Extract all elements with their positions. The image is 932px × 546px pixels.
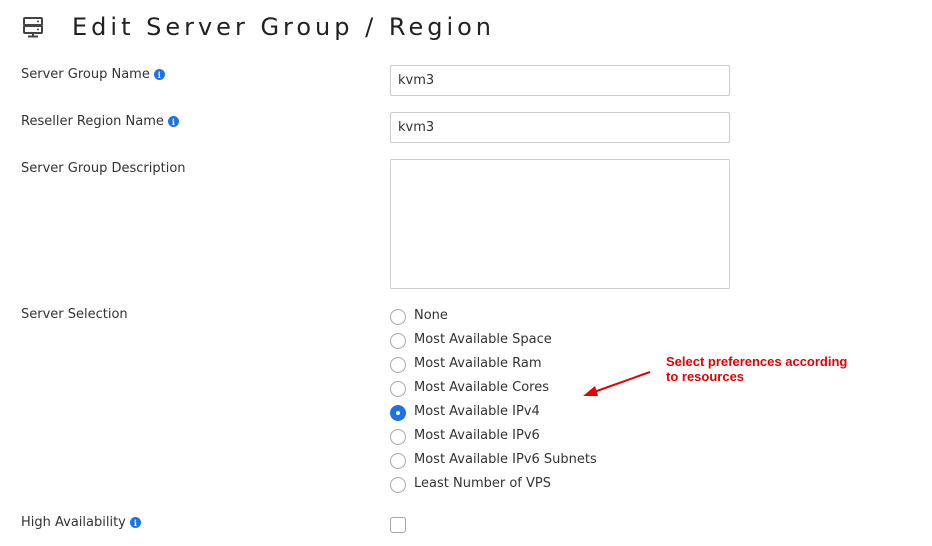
radio-option-most-available-ipv6-subnets[interactable]: Most Available IPv6 Subnets	[390, 451, 597, 469]
high-availability-label: High Availability i	[21, 515, 141, 530]
radio-label: None	[414, 307, 448, 323]
server-group-description-label-text: Server Group Description	[21, 161, 186, 176]
radio-label: Most Available IPv4	[414, 403, 540, 419]
radio-option-most-available-ipv4[interactable]: Most Available IPv4	[390, 403, 540, 421]
server-group-name-label: Server Group Name i	[21, 67, 165, 82]
reseller-region-name-label-text: Reseller Region Name	[21, 114, 164, 129]
info-icon[interactable]: i	[153, 69, 165, 80]
radio-label: Most Available IPv6	[414, 427, 540, 443]
radio-option-most-available-cores[interactable]: Most Available Cores	[390, 379, 550, 397]
radio-option-none[interactable]: None	[390, 307, 448, 325]
radio-label: Most Available Space	[414, 331, 552, 347]
server-icon	[22, 16, 44, 38]
server-selection-label-text: Server Selection	[21, 307, 128, 322]
high-availability-checkbox[interactable]	[390, 517, 406, 533]
server-group-name-input[interactable]	[390, 65, 730, 96]
radio-option-most-available-ram[interactable]: Most Available Ram	[390, 355, 542, 373]
radio-button[interactable]	[390, 357, 406, 373]
page-header: Edit Server Group / Region	[22, 10, 495, 44]
annotation-line-1: Select preferences according	[666, 354, 848, 369]
radio-label: Most Available IPv6 Subnets	[414, 451, 597, 467]
radio-button[interactable]	[390, 333, 406, 349]
radio-button[interactable]	[390, 309, 406, 325]
server-selection-label: Server Selection	[21, 307, 128, 322]
annotation-arrow-icon	[583, 371, 651, 396]
radio-option-most-available-ipv6[interactable]: Most Available IPv6	[390, 427, 540, 445]
server-group-description-textarea[interactable]	[390, 159, 730, 289]
radio-button[interactable]	[390, 381, 406, 397]
info-icon[interactable]: i	[129, 517, 141, 528]
reseller-region-name-label: Reseller Region Name i	[21, 114, 179, 129]
radio-button[interactable]	[390, 429, 406, 445]
high-availability-label-text: High Availability	[21, 515, 126, 530]
radio-label: Least Number of VPS	[414, 475, 551, 491]
info-icon[interactable]: i	[167, 116, 179, 127]
radio-option-least-number-of-vps[interactable]: Least Number of VPS	[390, 475, 551, 493]
radio-button[interactable]	[390, 477, 406, 493]
radio-button-selected[interactable]	[390, 405, 406, 421]
server-group-name-label-text: Server Group Name	[21, 67, 150, 82]
radio-label: Most Available Ram	[414, 355, 542, 371]
radio-label: Most Available Cores	[414, 379, 550, 395]
annotation-note: Select preferences according to resource…	[666, 354, 847, 384]
radio-option-most-available-space[interactable]: Most Available Space	[390, 331, 552, 349]
annotation-line-2: to resources	[666, 369, 745, 384]
reseller-region-name-input[interactable]	[390, 112, 730, 143]
server-group-description-label: Server Group Description	[21, 161, 186, 176]
page-title: Edit Server Group / Region	[72, 13, 496, 41]
radio-button[interactable]	[390, 453, 406, 469]
